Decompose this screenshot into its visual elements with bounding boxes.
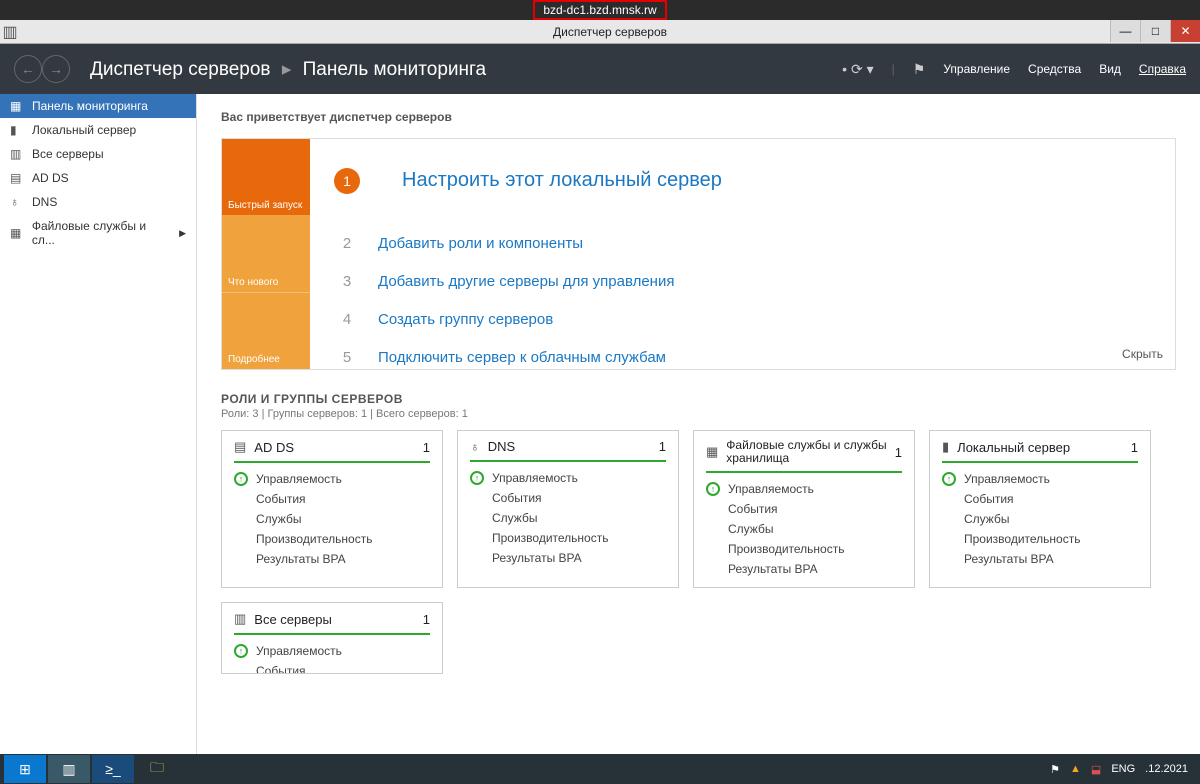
- close-button[interactable]: ✕: [1170, 20, 1200, 42]
- menu-tools[interactable]: Средства: [1028, 62, 1081, 76]
- status-ok-icon: ↑: [706, 482, 720, 496]
- taskbar-explorer[interactable]: 🗀: [136, 755, 178, 783]
- tray-flag-icon[interactable]: ⚑: [1050, 763, 1060, 776]
- roles-heading: РОЛИ И ГРУППЫ СЕРВЕРОВ: [221, 392, 1176, 406]
- file-services-icon: ▦: [10, 226, 24, 240]
- breadcrumb: Диспетчер серверов ▸ Панель мониторинга: [90, 58, 486, 81]
- sidebar: ▦Панель мониторинга ▮Локальный сервер ▥В…: [0, 94, 197, 761]
- toolbar: ← → Диспетчер серверов ▸ Панель монитори…: [0, 44, 1200, 94]
- servers-icon: ▥: [234, 611, 246, 627]
- status-ok-icon: ↑: [234, 472, 248, 486]
- status-ok-icon: ↑: [470, 471, 484, 485]
- breadcrumb-page: Панель мониторинга: [303, 59, 486, 80]
- host-bar: bzd-dc1.bzd.mnsk.rw: [0, 0, 1200, 20]
- step-link-create-group[interactable]: Создать группу серверов: [378, 311, 553, 328]
- servers-icon: ▥: [10, 147, 24, 161]
- tray-notify-icon[interactable]: ▲: [1070, 763, 1081, 775]
- step-link-configure[interactable]: Настроить этот локальный сервер: [378, 153, 1151, 208]
- refresh-dropdown[interactable]: • ⟳ ▾: [842, 61, 873, 78]
- card-local-server[interactable]: ▮Локальный сервер1 ↑Управляемость Событи…: [929, 430, 1151, 588]
- sidebar-item-all-servers[interactable]: ▥Все серверы: [0, 142, 196, 166]
- flag-icon[interactable]: ⚑: [913, 61, 926, 78]
- quick-seg-new[interactable]: Что нового: [222, 215, 310, 291]
- card-file-services[interactable]: ▦Файловые службы и службы хранилища1 ↑Уп…: [693, 430, 915, 588]
- window-title: Диспетчер серверов: [20, 25, 1200, 39]
- back-button[interactable]: ←: [14, 55, 42, 83]
- step-number: 4: [334, 306, 360, 332]
- tray-network-icon[interactable]: ⬓: [1091, 763, 1101, 776]
- step-link-add-servers[interactable]: Добавить другие серверы для управления: [378, 273, 674, 290]
- chevron-right-icon: ▶: [179, 228, 186, 239]
- server-icon: ▮: [942, 439, 949, 455]
- dns-icon: ♁: [10, 195, 24, 209]
- step-link-add-roles[interactable]: Добавить роли и компоненты: [378, 235, 583, 252]
- step-number: 2: [334, 230, 360, 256]
- adds-icon: ▤: [234, 439, 246, 455]
- sidebar-item-file-services[interactable]: ▦Файловые службы и сл...▶: [0, 214, 196, 252]
- sidebar-item-adds[interactable]: ▤AD DS: [0, 166, 196, 190]
- forward-button[interactable]: →: [42, 55, 70, 83]
- sidebar-item-local-server[interactable]: ▮Локальный сервер: [0, 118, 196, 142]
- main-content: Вас приветствует диспетчер серверов Быст…: [197, 94, 1200, 761]
- host-name: bzd-dc1.bzd.mnsk.rw: [533, 0, 666, 20]
- taskbar-server-manager[interactable]: ▥: [48, 755, 90, 783]
- breadcrumb-root[interactable]: Диспетчер серверов: [90, 59, 271, 80]
- app-icon: ▥: [0, 22, 20, 42]
- step-link-cloud[interactable]: Подключить сервер к облачным службам: [378, 349, 666, 366]
- tray-lang[interactable]: ENG: [1111, 763, 1135, 775]
- step-number: 5: [334, 344, 360, 370]
- menu-view[interactable]: Вид: [1099, 62, 1121, 76]
- step-number: 1: [334, 168, 360, 194]
- adds-icon: ▤: [10, 171, 24, 185]
- minimize-button[interactable]: —: [1110, 20, 1140, 42]
- window-title-bar: ▥ Диспетчер серверов — □ ✕: [0, 20, 1200, 44]
- card-dns[interactable]: ♁DNS1 ↑Управляемость События Службы Прои…: [457, 430, 679, 588]
- taskbar-powershell[interactable]: ≥_: [92, 755, 134, 783]
- menu-manage[interactable]: Управление: [943, 62, 1010, 76]
- hide-link[interactable]: Скрыть: [1122, 347, 1163, 361]
- menu-help[interactable]: Справка: [1139, 62, 1186, 76]
- dns-icon: ♁: [470, 439, 480, 454]
- chevron-right-icon: ▸: [282, 59, 292, 80]
- dashboard-icon: ▦: [10, 99, 24, 113]
- tray-date[interactable]: .12.2021: [1145, 763, 1188, 775]
- quick-start-tile: Быстрый запуск Что нового Подробнее 1 Нас…: [221, 138, 1176, 370]
- step-number: 3: [334, 268, 360, 294]
- quick-seg-start[interactable]: Быстрый запуск: [222, 139, 310, 215]
- status-ok-icon: ↑: [234, 644, 248, 658]
- roles-subheading: Роли: 3 | Группы серверов: 1 | Всего сер…: [221, 408, 1176, 420]
- status-ok-icon: ↑: [942, 472, 956, 486]
- sidebar-item-dns[interactable]: ♁DNS: [0, 190, 196, 214]
- file-services-icon: ▦: [706, 444, 718, 460]
- maximize-button[interactable]: □: [1140, 20, 1170, 42]
- server-icon: ▮: [10, 123, 24, 137]
- welcome-heading: Вас приветствует диспетчер серверов: [221, 110, 1176, 124]
- start-button[interactable]: ⊞: [4, 755, 46, 783]
- card-all-servers[interactable]: ▥Все серверы1 ↑Управляемость События: [221, 602, 443, 674]
- sidebar-item-dashboard[interactable]: ▦Панель мониторинга: [0, 94, 196, 118]
- quick-seg-more[interactable]: Подробнее: [222, 292, 310, 369]
- taskbar: ⊞ ▥ ≥_ 🗀 ⚑ ▲ ⬓ ENG .12.2021: [0, 754, 1200, 784]
- role-cards: ▤AD DS1 ↑Управляемость События Службы Пр…: [221, 430, 1176, 674]
- card-adds[interactable]: ▤AD DS1 ↑Управляемость События Службы Пр…: [221, 430, 443, 588]
